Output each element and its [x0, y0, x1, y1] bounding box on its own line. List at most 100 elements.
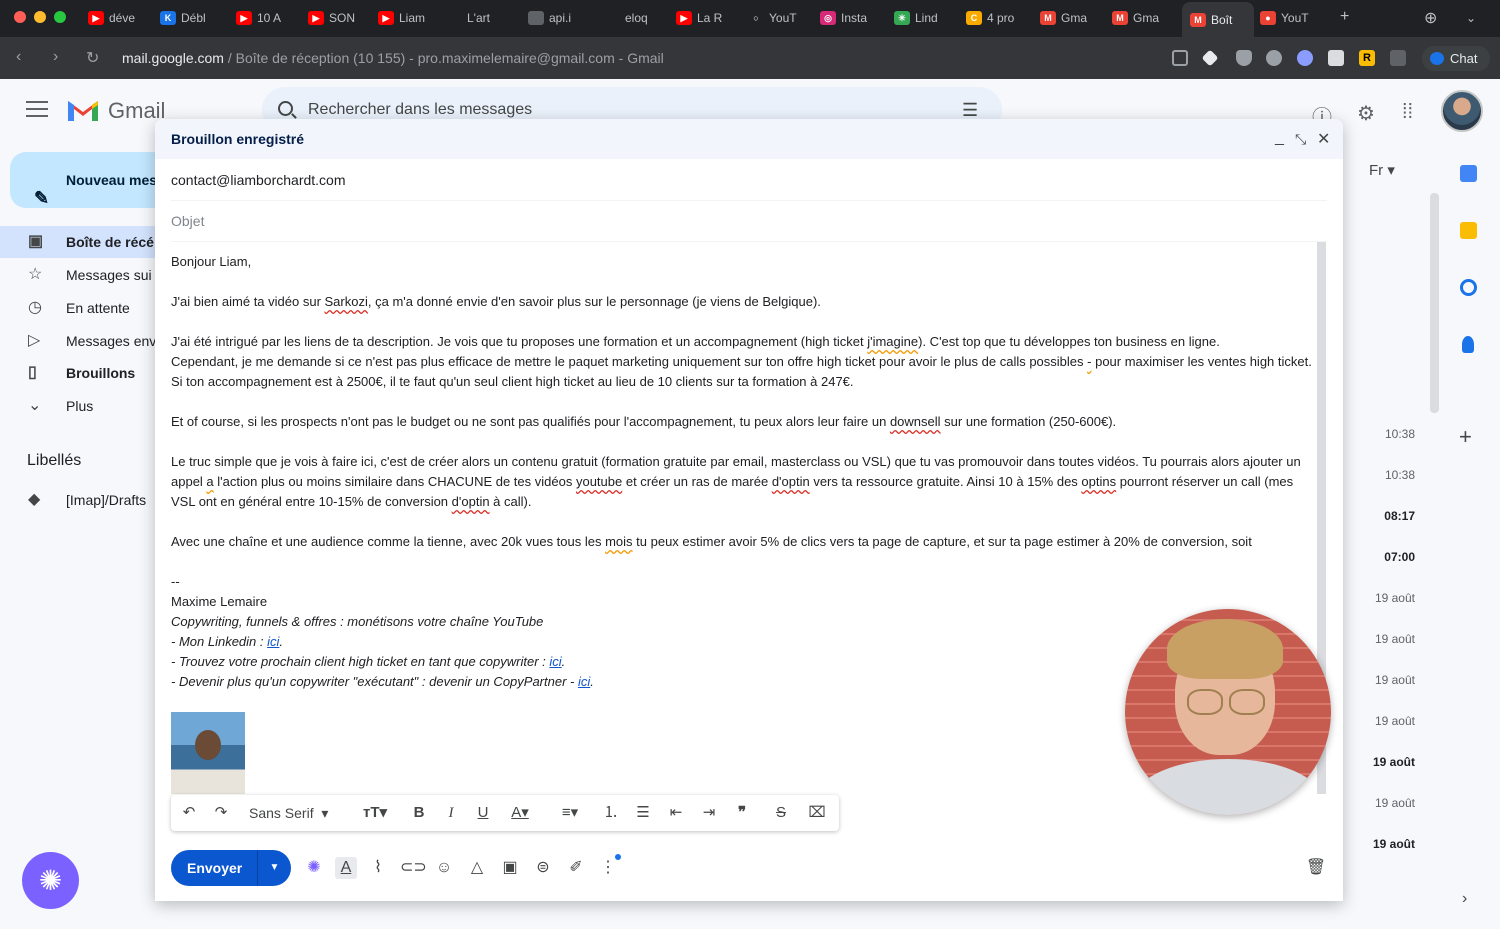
italic-icon[interactable]: I [439, 795, 463, 831]
tab-search-chevron-icon[interactable]: ⌄ [1466, 11, 1476, 25]
subject-field[interactable]: Objet [171, 201, 1327, 242]
keep-icon[interactable] [1460, 222, 1477, 239]
bold-icon[interactable]: B [407, 795, 431, 831]
browser-tab[interactable]: ● YouT [1260, 5, 1324, 31]
reload-button[interactable]: ↻ [86, 48, 99, 68]
browser-tab[interactable]: K Débl [160, 5, 230, 31]
browser-tab[interactable]: ▶ SON [308, 5, 372, 31]
browser-tab[interactable]: M Boît [1182, 2, 1254, 37]
favicon-icon: ○ [748, 11, 764, 25]
undo-icon[interactable]: ↶ [177, 795, 201, 831]
printer-extension-icon[interactable] [1328, 50, 1344, 66]
browser-tab[interactable]: ▶ déve [88, 5, 152, 31]
shield-icon[interactable] [1236, 50, 1252, 66]
formatting-options-icon[interactable]: A [335, 857, 357, 879]
zoom-window-button[interactable] [54, 11, 66, 23]
recipients-field[interactable]: contact@liamborchardt.com [171, 160, 1327, 201]
insert-link-icon[interactable]: ⊂⊃ [400, 857, 427, 879]
browser-tab[interactable]: L'art [446, 5, 520, 31]
chat-button[interactable]: Chat [1422, 46, 1490, 71]
schedule-send-chevron-icon[interactable]: ▼ [257, 850, 291, 886]
sparkle-extension-icon[interactable] [1297, 50, 1313, 66]
forward-button[interactable]: › [53, 48, 58, 66]
more-options-icon[interactable]: ⋮ [597, 857, 619, 879]
font-size-icon[interactable]: ᴛT▾ [355, 795, 395, 831]
add-addon-icon[interactable]: + [1459, 424, 1472, 450]
new-tab-button[interactable]: + [1340, 8, 1349, 26]
bulleted-list-icon[interactable]: ☰ [631, 795, 655, 831]
exit-fullscreen-icon[interactable]: ⤡ [1295, 131, 1306, 148]
strikethrough-icon[interactable]: S [769, 795, 793, 831]
back-button[interactable]: ‹ [16, 48, 21, 66]
expand-panel-chevron-icon[interactable]: › [1462, 890, 1467, 908]
sidebar-item-inbox[interactable]: ▣ Boîte de récé [0, 226, 170, 258]
language-selector[interactable]: Fr ▾ [1369, 161, 1395, 179]
camera-extension-icon[interactable] [1266, 50, 1282, 66]
settings-gear-icon[interactable]: ⚙ [1357, 101, 1375, 126]
attach-file-icon[interactable]: ⌇ [367, 857, 389, 879]
discard-draft-icon[interactable]: 🗑 [1305, 857, 1327, 879]
tasks-icon[interactable] [1460, 279, 1477, 296]
list-scrollbar[interactable] [1430, 193, 1439, 413]
browser-tab[interactable]: eloq [604, 5, 670, 31]
browser-tab[interactable]: api.i [528, 5, 598, 31]
eyedropper-icon[interactable] [1201, 49, 1219, 67]
sidebar-item-send[interactable]: ▷ Messages env [0, 325, 170, 357]
r-extension-icon[interactable]: R [1359, 50, 1375, 66]
align-icon[interactable]: ≡▾ [551, 795, 589, 831]
hamburger-menu-icon[interactable] [26, 101, 48, 117]
browser-tab[interactable]: ◎ Insta [820, 5, 886, 31]
sparkle-icon[interactable]: ✺ [303, 857, 325, 879]
drive-icon[interactable]: △ [466, 857, 488, 879]
message-time: 19 août [1372, 837, 1415, 851]
insert-photo-icon[interactable]: ▣ [499, 857, 521, 879]
browser-tab[interactable]: ○ YouT [748, 5, 812, 31]
browser-tab[interactable]: ▶ La R [676, 5, 740, 31]
puzzle-extension-icon[interactable] [1390, 50, 1406, 66]
underline-icon[interactable]: U [471, 795, 495, 831]
sparkle-assistant-button[interactable]: ✺ [22, 852, 79, 909]
redo-icon[interactable]: ↷ [209, 795, 233, 831]
sidebar-item-draft[interactable]: ▯ Brouillons [0, 357, 170, 389]
emoji-icon[interactable]: ☺ [433, 857, 455, 879]
font-family-select[interactable]: Sans Serif ▾ [249, 795, 328, 831]
browser-tab[interactable]: ▶ Liam [378, 5, 438, 31]
browser-tab[interactable]: ✳ Lind [894, 5, 958, 31]
linkedin-link[interactable]: ici [267, 634, 279, 649]
translate-icon[interactable] [1172, 50, 1188, 66]
numbered-list-icon[interactable]: ⒈ [599, 795, 623, 831]
browser-tab[interactable]: M Gma [1040, 5, 1104, 31]
sidebar-item-clock[interactable]: ◷ En attente [0, 292, 170, 324]
minimize-icon[interactable]: _ [1275, 129, 1284, 147]
tab-label: déve [109, 11, 136, 25]
address-bar[interactable]: mail.google.com / Boîte de réception (10… [110, 44, 1160, 72]
sidebar-item-chevron-down[interactable]: ⌄ Plus [0, 390, 170, 422]
close-icon[interactable]: ✕ [1317, 129, 1330, 149]
account-avatar[interactable] [1441, 90, 1483, 132]
clear-formatting-icon[interactable]: ⌧ [805, 795, 829, 831]
sidebar-item-imap-drafts[interactable]: ◆ [Imap]/Drafts [0, 484, 170, 516]
gmail-logo-icon [68, 101, 98, 121]
confidential-mode-icon[interactable]: ⊜ [532, 857, 554, 879]
send-label: Envoyer [187, 860, 243, 876]
signature-pen-icon[interactable]: ✐ [565, 857, 587, 879]
minimize-window-button[interactable] [34, 11, 46, 23]
language-label: Fr [1369, 162, 1384, 179]
browser-tab[interactable]: M Gma [1112, 5, 1176, 31]
close-window-button[interactable] [14, 11, 26, 23]
sidebar-item-label: Plus [66, 398, 94, 414]
send-button[interactable]: Envoyer ▼ [171, 850, 291, 886]
client-link[interactable]: ici [549, 654, 561, 669]
download-icon[interactable]: ⊕ [1424, 8, 1437, 28]
apps-grid-icon[interactable]: ⁞⁞ [1402, 101, 1413, 124]
indent-less-icon[interactable]: ⇤ [664, 795, 688, 831]
indent-more-icon[interactable]: ⇥ [697, 795, 721, 831]
browser-tab[interactable]: ▶ 10 A [236, 5, 300, 31]
sidebar-item-star[interactable]: ☆ Messages sui [0, 259, 170, 291]
contacts-icon[interactable] [1462, 336, 1474, 353]
text-color-icon[interactable]: A▾ [503, 795, 537, 831]
browser-tab[interactable]: C 4 pro [966, 5, 1032, 31]
copypartner-link[interactable]: ici [578, 674, 590, 689]
calendar-icon[interactable] [1460, 165, 1477, 182]
quote-icon[interactable]: ❞ [730, 795, 754, 831]
